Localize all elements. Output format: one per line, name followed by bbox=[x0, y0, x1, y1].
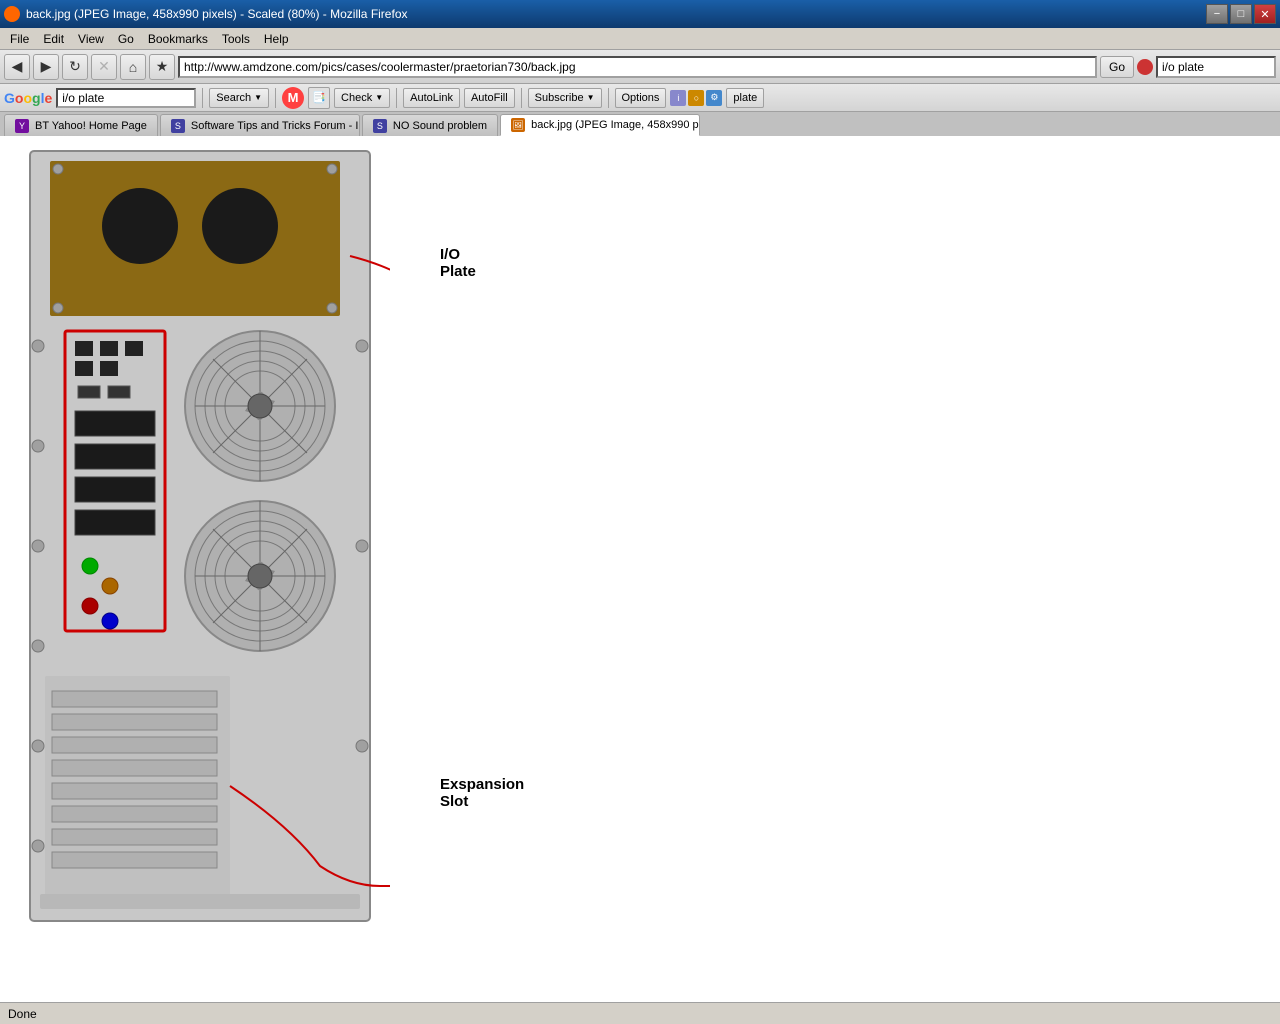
toolbar-icons: i ○ ⚙ bbox=[670, 90, 722, 106]
close-button[interactable]: ✕ bbox=[1254, 4, 1276, 24]
address-bar[interactable] bbox=[178, 56, 1097, 78]
stop-icon bbox=[1137, 59, 1153, 75]
titlebar-title: back.jpg (JPEG Image, 458x990 pixels) - … bbox=[26, 7, 408, 21]
stop-button[interactable]: ✕ bbox=[91, 54, 117, 80]
subscribe-button[interactable]: Subscribe ▼ bbox=[528, 88, 602, 108]
tab-sound[interactable]: S NO Sound problem bbox=[362, 114, 498, 136]
expansion-slot-annotation: Exspansion Slot bbox=[440, 776, 524, 810]
menu-file[interactable]: File bbox=[4, 30, 35, 48]
img-favicon: 🖼 bbox=[511, 118, 525, 132]
google-logo: Google bbox=[4, 90, 52, 106]
reload-button[interactable]: ↻ bbox=[62, 54, 88, 80]
autofill-button[interactable]: AutoFill bbox=[464, 88, 515, 108]
titlebar-buttons: − □ ✕ bbox=[1206, 4, 1276, 24]
status-text: Done bbox=[8, 1007, 37, 1021]
forward-button[interactable]: ▶ bbox=[33, 54, 59, 80]
tab-forum[interactable]: S Software Tips and Tricks Forum - Inbox bbox=[160, 114, 360, 136]
home-button[interactable]: ⌂ bbox=[120, 54, 146, 80]
separator-2 bbox=[275, 88, 276, 108]
tab-bt-yahoo[interactable]: Y BT Yahoo! Home Page bbox=[4, 114, 158, 136]
io-plate-annotation: I/O Plate bbox=[440, 246, 476, 280]
icon-i[interactable]: i bbox=[670, 90, 686, 106]
plate-button[interactable]: plate bbox=[726, 88, 764, 108]
address-bar-container: Go bbox=[178, 56, 1134, 78]
maximize-button[interactable]: □ bbox=[1230, 4, 1252, 24]
firefox-icon bbox=[4, 6, 20, 22]
image-viewport: I/O Plate Exspansion Slot bbox=[0, 136, 1280, 1002]
icon-settings[interactable]: ⚙ bbox=[706, 90, 722, 106]
menu-bookmarks[interactable]: Bookmarks bbox=[142, 30, 214, 48]
icon-o[interactable]: ○ bbox=[688, 90, 704, 106]
back-button[interactable]: ◀ bbox=[4, 54, 30, 80]
statusbar: Done bbox=[0, 1002, 1280, 1024]
go-button[interactable]: Go bbox=[1100, 56, 1134, 78]
minimize-button[interactable]: − bbox=[1206, 4, 1228, 24]
separator-5 bbox=[608, 88, 609, 108]
autolink-button[interactable]: AutoLink bbox=[403, 88, 460, 108]
tabbar: Y BT Yahoo! Home Page S Software Tips an… bbox=[0, 112, 1280, 136]
content-area: I/O Plate Exspansion Slot bbox=[0, 136, 1280, 1002]
io-plate-label-line2: Plate bbox=[440, 263, 476, 280]
gmail-icon[interactable]: M bbox=[282, 87, 304, 109]
google-toolbar: Google Search ▼ M 📑 Check ▼ AutoLink Aut… bbox=[0, 84, 1280, 112]
separator-4 bbox=[521, 88, 522, 108]
forum-favicon: S bbox=[171, 119, 185, 133]
separator-3 bbox=[396, 88, 397, 108]
menu-view[interactable]: View bbox=[72, 30, 110, 48]
navbar: ◀ ▶ ↻ ✕ ⌂ ★ Go bbox=[0, 50, 1280, 84]
history-button[interactable]: ★ bbox=[149, 54, 175, 80]
io-plate-label-line1: I/O bbox=[440, 246, 476, 263]
check-button[interactable]: Check ▼ bbox=[334, 88, 390, 108]
case-container: I/O Plate Exspansion Slot bbox=[10, 146, 390, 926]
case-image bbox=[10, 146, 390, 926]
navbar-search-input[interactable] bbox=[1156, 56, 1276, 78]
titlebar: back.jpg (JPEG Image, 458x990 pixels) - … bbox=[0, 0, 1280, 28]
menu-tools[interactable]: Tools bbox=[216, 30, 256, 48]
menu-go[interactable]: Go bbox=[112, 30, 140, 48]
search-right bbox=[1137, 56, 1276, 78]
menu-help[interactable]: Help bbox=[258, 30, 295, 48]
sound-favicon: S bbox=[373, 119, 387, 133]
yahoo-favicon: Y bbox=[15, 119, 29, 133]
menubar: File Edit View Go Bookmarks Tools Help bbox=[0, 28, 1280, 50]
google-search-input[interactable] bbox=[56, 88, 196, 108]
expansion-slot-label: Exspansion Slot bbox=[440, 776, 524, 810]
menu-edit[interactable]: Edit bbox=[37, 30, 70, 48]
options-button[interactable]: Options bbox=[615, 88, 667, 108]
separator-1 bbox=[202, 88, 203, 108]
tab-image[interactable]: 🖼 back.jpg (JPEG Image, 458x990 pixels) … bbox=[500, 114, 700, 136]
bookmark-icon[interactable]: 📑 bbox=[308, 87, 330, 109]
google-search-button[interactable]: Search ▼ bbox=[209, 88, 269, 108]
titlebar-left: back.jpg (JPEG Image, 458x990 pixels) - … bbox=[4, 6, 408, 22]
